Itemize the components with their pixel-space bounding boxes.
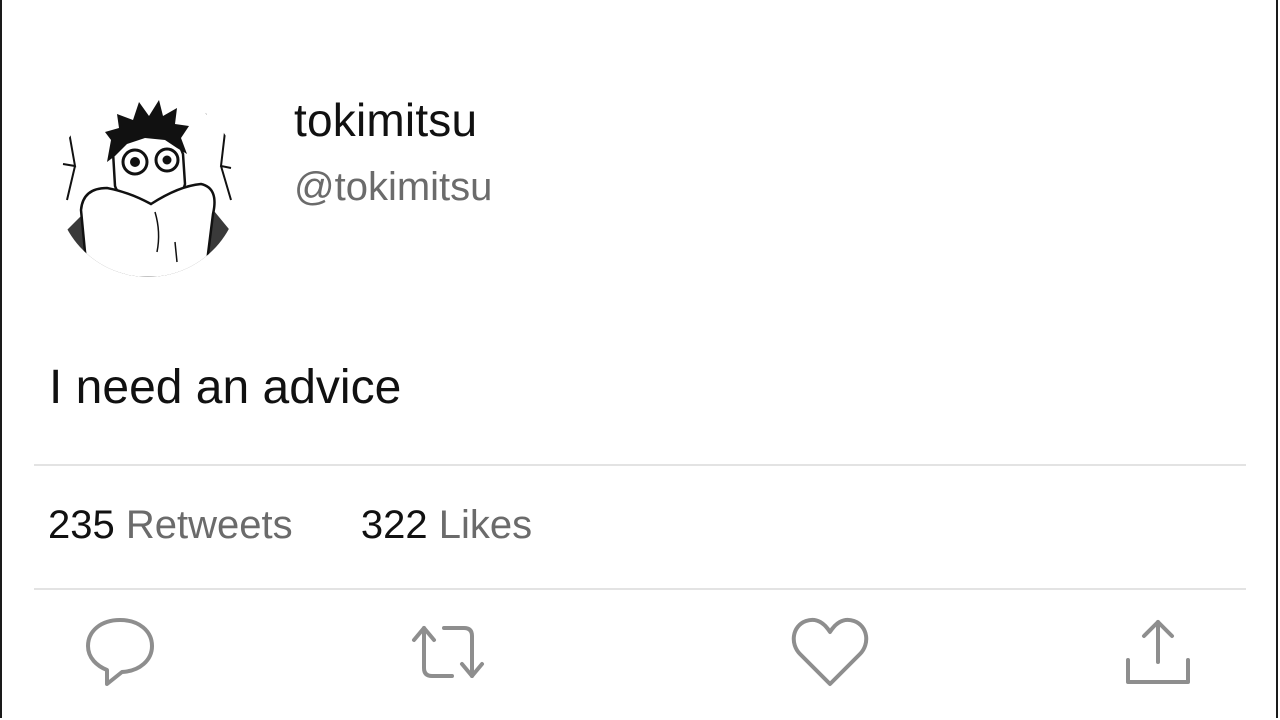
retweets-stat[interactable]: 235 Retweets (48, 503, 304, 547)
heart-icon (791, 617, 869, 686)
display-name[interactable]: tokimitsu (294, 92, 477, 148)
like-button[interactable] (790, 612, 870, 692)
likes-stat[interactable]: 322 Likes (361, 503, 532, 547)
likes-count: 322 (360, 503, 428, 547)
divider (34, 464, 1246, 466)
share-icon (1126, 620, 1190, 684)
retweet-icon (412, 626, 484, 678)
retweets-label: Retweets (125, 503, 293, 547)
retweets-count: 235 (48, 503, 115, 547)
user-handle[interactable]: @tokimitsu (294, 162, 492, 212)
divider (34, 588, 1246, 590)
tweet-stats: 235 Retweets 322 Likes (48, 500, 532, 550)
reply-icon (86, 618, 154, 686)
retweet-button[interactable] (408, 612, 488, 692)
tweet-text: I need an advice (49, 361, 402, 414)
avatar[interactable] (55, 92, 241, 278)
likes-label: Likes (438, 503, 533, 547)
avatar-illustration (56, 93, 240, 277)
reply-button[interactable] (80, 612, 160, 692)
share-button[interactable] (1118, 612, 1198, 692)
